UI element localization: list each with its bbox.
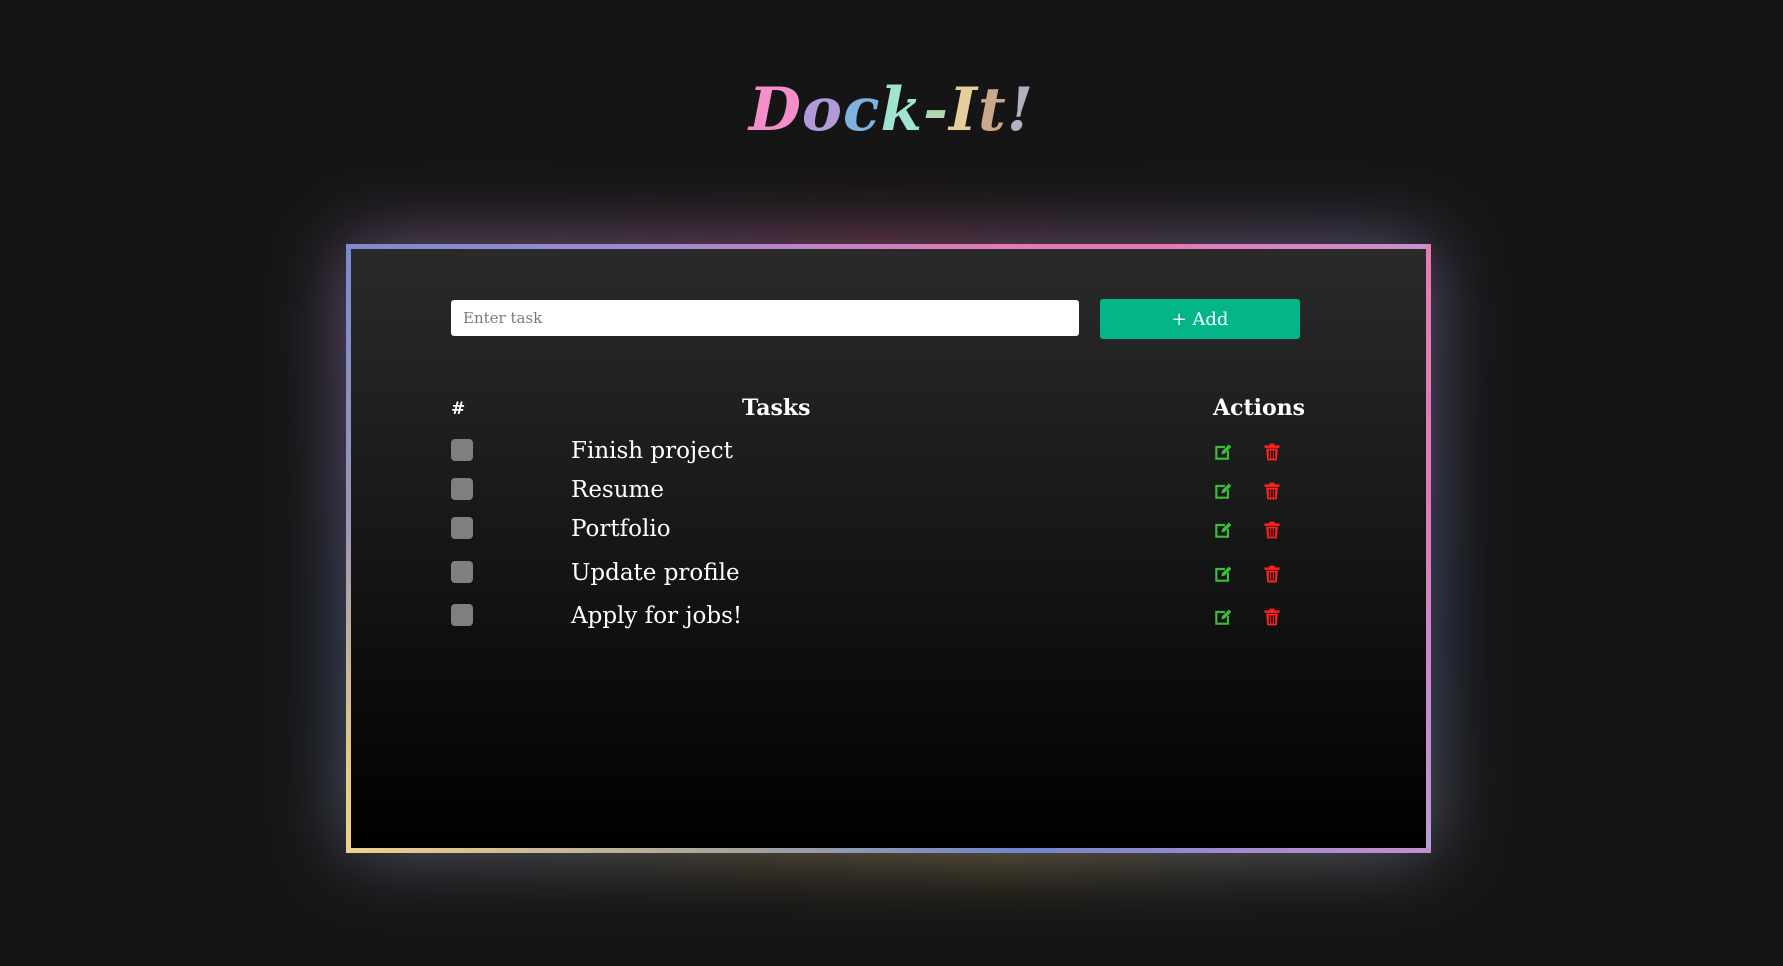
task-text: Finish project: [571, 438, 733, 464]
column-header-tasks: Tasks: [742, 395, 811, 421]
trash-icon[interactable]: [1262, 564, 1282, 584]
trash-icon[interactable]: [1262, 481, 1282, 501]
task-row: Resume: [351, 475, 1426, 505]
panel-border: [346, 848, 1431, 853]
task-checkbox[interactable]: [451, 561, 473, 583]
title-char: -: [923, 75, 949, 146]
trash-icon[interactable]: [1262, 607, 1282, 627]
task-text: Portfolio: [571, 516, 671, 542]
title-char: t: [978, 75, 1007, 146]
panel-border: [1426, 244, 1431, 853]
todo-panel: + Add # Tasks Actions Finish project Res…: [346, 244, 1431, 853]
task-checkbox[interactable]: [451, 517, 473, 539]
title-char: D: [748, 75, 802, 146]
task-text: Resume: [571, 477, 664, 503]
task-checkbox[interactable]: [451, 478, 473, 500]
task-checkbox[interactable]: [451, 439, 473, 461]
task-row: Portfolio: [351, 514, 1426, 544]
task-row: Apply for jobs!: [351, 601, 1426, 631]
edit-icon[interactable]: [1213, 564, 1233, 584]
edit-icon[interactable]: [1213, 520, 1233, 540]
task-input[interactable]: [451, 300, 1079, 336]
title-char: I: [948, 75, 979, 146]
title-char: o: [801, 75, 843, 146]
task-row: Update profile: [351, 558, 1426, 588]
column-header-number: #: [451, 399, 466, 419]
edit-icon[interactable]: [1213, 607, 1233, 627]
edit-icon[interactable]: [1213, 442, 1233, 462]
title-char: c: [842, 75, 881, 146]
task-text: Update profile: [571, 560, 740, 586]
task-row: Finish project: [351, 436, 1426, 466]
column-header-actions: Actions: [1213, 395, 1306, 421]
app-title: Dock-It!: [0, 74, 1783, 146]
title-char: k: [880, 75, 924, 146]
panel-content: + Add # Tasks Actions Finish project Res…: [351, 249, 1426, 848]
add-task-button[interactable]: + Add: [1100, 299, 1300, 339]
title-char: !: [1006, 75, 1035, 146]
trash-icon[interactable]: [1262, 442, 1282, 462]
edit-icon[interactable]: [1213, 481, 1233, 501]
trash-icon[interactable]: [1262, 520, 1282, 540]
task-checkbox[interactable]: [451, 604, 473, 626]
task-text: Apply for jobs!: [571, 603, 743, 629]
